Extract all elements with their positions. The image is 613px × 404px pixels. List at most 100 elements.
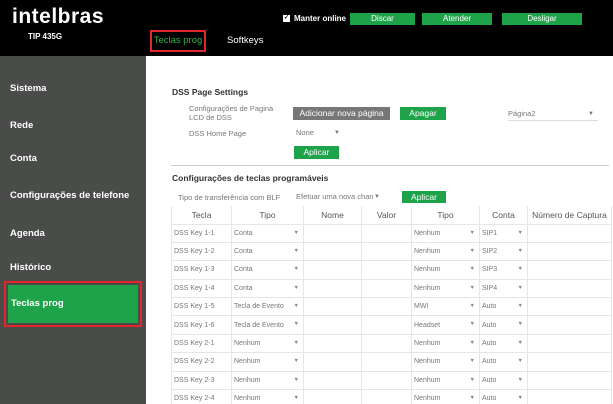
value-input[interactable] <box>361 260 412 280</box>
type-select-value: Nenhum <box>234 395 261 403</box>
account-select[interactable]: SIP3 ▼ <box>479 260 528 280</box>
divider <box>171 165 609 166</box>
value-input[interactable] <box>361 389 412 404</box>
type-select[interactable]: Tecla de Evento ▼ <box>231 297 304 317</box>
atender-button[interactable]: Atender <box>422 13 492 25</box>
discar-button[interactable]: Discar <box>350 13 415 25</box>
pickup-input[interactable] <box>527 315 612 335</box>
table-row: DSS Key 2-4 Nenhum ▼ Nenhum ▼ Auto ▼ <box>171 389 612 404</box>
type-select[interactable]: Conta ▼ <box>231 241 304 262</box>
account-select[interactable]: Auto ▼ <box>479 297 528 317</box>
tab-teclas-prog[interactable]: Teclas prog <box>150 30 206 52</box>
pickup-input[interactable] <box>527 333 612 354</box>
pickup-input[interactable] <box>527 352 612 372</box>
value-input[interactable] <box>361 297 412 317</box>
account-select[interactable]: Auto ▼ <box>479 333 528 354</box>
sidebar-item-historico[interactable]: Histórico <box>10 262 51 274</box>
subtype-select[interactable]: MWI ▼ <box>411 297 480 317</box>
chevron-down-icon: ▼ <box>293 266 299 273</box>
column-header-nome: Nome <box>303 206 362 224</box>
name-input[interactable] <box>303 352 362 372</box>
name-input[interactable] <box>303 389 362 404</box>
sidebar-item-configuracoes-telefone[interactable]: Configurações de telefone <box>10 190 129 202</box>
type-select[interactable]: Nenhum ▼ <box>231 333 304 354</box>
sidebar-item-rede[interactable]: Rede <box>10 120 33 132</box>
type-select[interactable]: Conta ▼ <box>231 223 304 243</box>
account-select[interactable]: Auto ▼ <box>479 389 528 404</box>
name-input[interactable] <box>303 315 362 335</box>
keep-online-toggle[interactable]: ✓ Manter online <box>283 14 346 24</box>
name-input[interactable] <box>303 278 362 299</box>
account-select[interactable]: SIP2 ▼ <box>479 241 528 262</box>
home-page-select[interactable]: None ▼ <box>296 127 344 140</box>
type-select[interactable]: Conta ▼ <box>231 278 304 299</box>
delete-page-button[interactable]: Apagar <box>400 107 446 120</box>
dss-section-title: DSS Page Settings <box>172 87 249 97</box>
dss-apply-button[interactable]: Aplicar <box>294 146 339 159</box>
value-input[interactable] <box>361 352 412 372</box>
account-select[interactable]: Auto ▼ <box>479 370 528 391</box>
account-select[interactable]: Auto ▼ <box>479 315 528 335</box>
subtype-select-value: Headset <box>414 321 441 329</box>
prog-section-title: Configurações de teclas programáveis <box>172 173 329 183</box>
pickup-input[interactable] <box>527 297 612 317</box>
sidebar-item-agenda[interactable]: Agenda <box>10 228 45 240</box>
sidebar-item-sistema[interactable]: Sistema <box>10 83 46 95</box>
subtype-select[interactable]: Nenhum ▼ <box>411 223 480 243</box>
value-input[interactable] <box>361 370 412 391</box>
pickup-input[interactable] <box>527 260 612 280</box>
chevron-down-icon: ▼ <box>517 358 523 365</box>
page-select[interactable]: Página2 ▼ <box>508 108 598 121</box>
desligar-button[interactable]: Desligar <box>502 13 582 25</box>
subtype-select[interactable]: Nenhum ▼ <box>411 241 480 262</box>
subtype-select[interactable]: Nenhum ▼ <box>411 389 480 404</box>
subtype-select[interactable]: Nenhum ▼ <box>411 352 480 372</box>
pickup-input[interactable] <box>527 278 612 299</box>
name-input[interactable] <box>303 297 362 317</box>
table-row: DSS Key 1-6 Tecla de Evento ▼ Headset ▼ Auto ▼ <box>171 315 612 335</box>
type-select[interactable]: Nenhum ▼ <box>231 389 304 404</box>
value-input[interactable] <box>361 241 412 262</box>
value-input[interactable] <box>361 333 412 354</box>
account-select-value: SIP1 <box>482 229 498 237</box>
subtype-select-value: Nenhum <box>414 284 441 292</box>
pickup-input[interactable] <box>527 223 612 243</box>
value-input[interactable] <box>361 223 412 243</box>
type-select[interactable]: Nenhum ▼ <box>231 370 304 391</box>
subtype-select-value: Nenhum <box>414 358 441 366</box>
name-input[interactable] <box>303 333 362 354</box>
account-select[interactable]: SIP4 ▼ <box>479 278 528 299</box>
table-row: DSS Key 1-3 Conta ▼ Nenhum ▼ SIP3 ▼ <box>171 260 612 280</box>
subtype-select-value: Nenhum <box>414 229 441 237</box>
name-input[interactable] <box>303 223 362 243</box>
pickup-input[interactable] <box>527 370 612 391</box>
subtype-select[interactable]: Nenhum ▼ <box>411 260 480 280</box>
table-row: DSS Key 2-3 Nenhum ▼ Nenhum ▼ Auto ▼ <box>171 370 612 391</box>
pickup-input[interactable] <box>527 241 612 262</box>
sidebar-item-conta[interactable]: Conta <box>10 153 37 165</box>
pickup-input[interactable] <box>527 389 612 404</box>
key-cell-value: DSS Key 1-1 <box>174 229 215 237</box>
account-select[interactable]: SIP1 ▼ <box>479 223 528 243</box>
name-input[interactable] <box>303 370 362 391</box>
type-select[interactable]: Nenhum ▼ <box>231 352 304 372</box>
subtype-select[interactable]: Headset ▼ <box>411 315 480 335</box>
type-select[interactable]: Conta ▼ <box>231 260 304 280</box>
transfer-type-select[interactable]: Efetuar uma nova chan ▼ <box>296 191 382 203</box>
subtype-select[interactable]: Nenhum ▼ <box>411 370 480 391</box>
tab-softkeys[interactable]: Softkeys <box>227 33 263 49</box>
keep-online-checkbox[interactable]: ✓ <box>283 15 290 23</box>
subtype-select[interactable]: Nenhum ▼ <box>411 333 480 354</box>
type-select[interactable]: Tecla de Evento ▼ <box>231 315 304 335</box>
add-page-button[interactable]: Adicionar nova página <box>293 107 390 120</box>
account-select[interactable]: Auto ▼ <box>479 352 528 372</box>
value-input[interactable] <box>361 315 412 335</box>
sidebar-item-teclas-prog[interactable]: Teclas prog <box>4 281 142 327</box>
subtype-select[interactable]: Nenhum ▼ <box>411 278 480 299</box>
name-input[interactable] <box>303 241 362 262</box>
name-input[interactable] <box>303 260 362 280</box>
key-cell: DSS Key 1-1 <box>171 223 232 243</box>
value-input[interactable] <box>361 278 412 299</box>
chevron-down-icon: ▼ <box>517 247 523 254</box>
prog-apply-button[interactable]: Aplicar <box>402 191 446 203</box>
